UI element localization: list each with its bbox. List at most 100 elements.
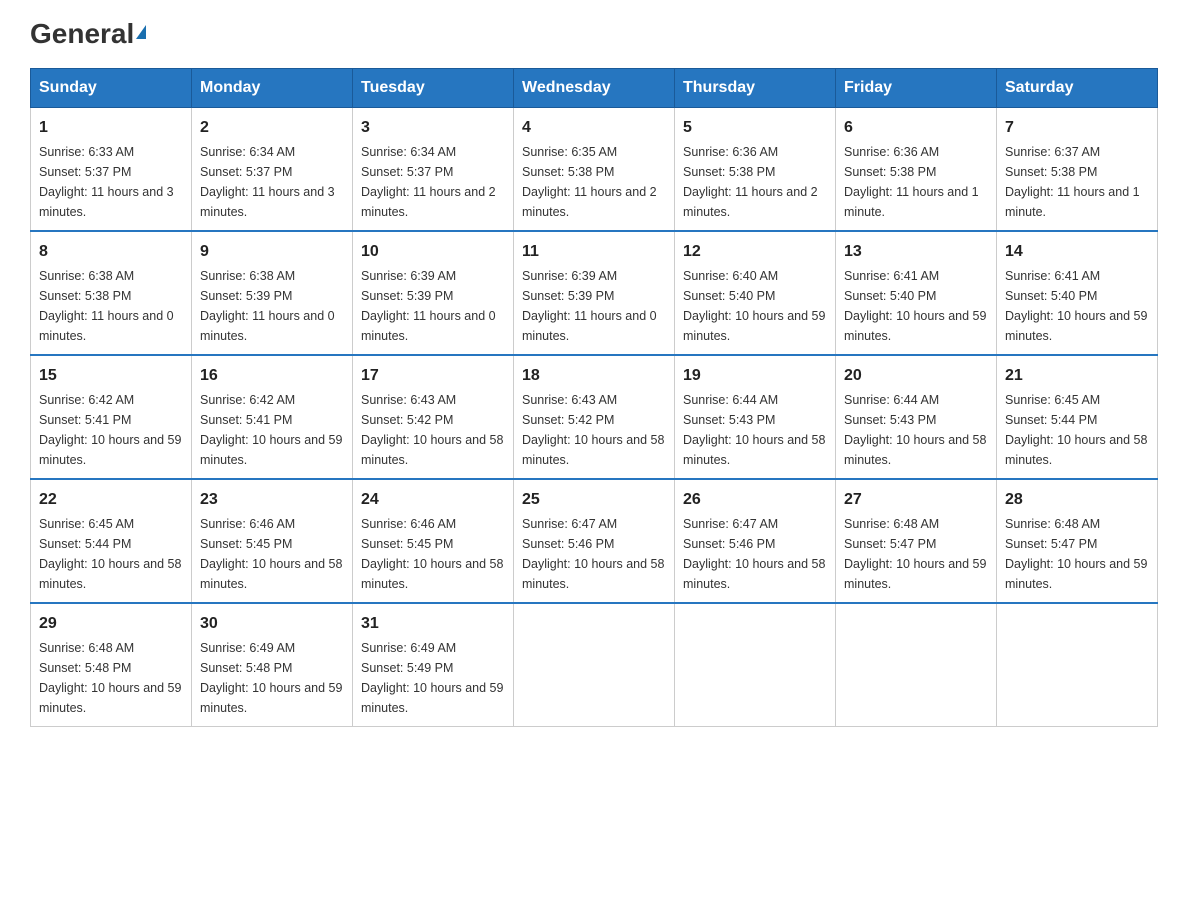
calendar-day-cell: 15Sunrise: 6:42 AMSunset: 5:41 PMDayligh…	[31, 355, 192, 479]
day-number: 27	[844, 488, 988, 512]
calendar-day-cell: 1Sunrise: 6:33 AMSunset: 5:37 PMDaylight…	[31, 108, 192, 232]
day-number: 13	[844, 240, 988, 264]
day-info: Sunrise: 6:48 AMSunset: 5:47 PMDaylight:…	[844, 514, 988, 594]
day-info: Sunrise: 6:34 AMSunset: 5:37 PMDaylight:…	[200, 142, 344, 222]
day-info: Sunrise: 6:47 AMSunset: 5:46 PMDaylight:…	[683, 514, 827, 594]
day-number: 1	[39, 116, 183, 140]
day-number: 16	[200, 364, 344, 388]
day-number: 24	[361, 488, 505, 512]
day-info: Sunrise: 6:33 AMSunset: 5:37 PMDaylight:…	[39, 142, 183, 222]
day-number: 30	[200, 612, 344, 636]
day-number: 4	[522, 116, 666, 140]
day-number: 22	[39, 488, 183, 512]
calendar-day-cell	[997, 603, 1158, 727]
calendar-day-cell: 7Sunrise: 6:37 AMSunset: 5:38 PMDaylight…	[997, 108, 1158, 232]
day-number: 10	[361, 240, 505, 264]
day-info: Sunrise: 6:49 AMSunset: 5:49 PMDaylight:…	[361, 638, 505, 718]
day-number: 26	[683, 488, 827, 512]
day-info: Sunrise: 6:45 AMSunset: 5:44 PMDaylight:…	[39, 514, 183, 594]
calendar-day-cell: 8Sunrise: 6:38 AMSunset: 5:38 PMDaylight…	[31, 231, 192, 355]
day-number: 12	[683, 240, 827, 264]
calendar-day-cell: 5Sunrise: 6:36 AMSunset: 5:38 PMDaylight…	[675, 108, 836, 232]
day-number: 3	[361, 116, 505, 140]
logo: General	[30, 20, 146, 48]
day-info: Sunrise: 6:48 AMSunset: 5:47 PMDaylight:…	[1005, 514, 1149, 594]
weekday-header-saturday: Saturday	[997, 69, 1158, 108]
page-header: General	[30, 20, 1158, 48]
day-number: 20	[844, 364, 988, 388]
calendar-day-cell: 19Sunrise: 6:44 AMSunset: 5:43 PMDayligh…	[675, 355, 836, 479]
weekday-header-monday: Monday	[192, 69, 353, 108]
day-info: Sunrise: 6:40 AMSunset: 5:40 PMDaylight:…	[683, 266, 827, 346]
calendar-day-cell: 29Sunrise: 6:48 AMSunset: 5:48 PMDayligh…	[31, 603, 192, 727]
calendar-day-cell: 30Sunrise: 6:49 AMSunset: 5:48 PMDayligh…	[192, 603, 353, 727]
calendar-day-cell: 22Sunrise: 6:45 AMSunset: 5:44 PMDayligh…	[31, 479, 192, 603]
day-info: Sunrise: 6:37 AMSunset: 5:38 PMDaylight:…	[1005, 142, 1149, 222]
calendar-day-cell: 31Sunrise: 6:49 AMSunset: 5:49 PMDayligh…	[353, 603, 514, 727]
calendar-day-cell: 28Sunrise: 6:48 AMSunset: 5:47 PMDayligh…	[997, 479, 1158, 603]
calendar-day-cell: 11Sunrise: 6:39 AMSunset: 5:39 PMDayligh…	[514, 231, 675, 355]
calendar-day-cell: 10Sunrise: 6:39 AMSunset: 5:39 PMDayligh…	[353, 231, 514, 355]
day-number: 21	[1005, 364, 1149, 388]
day-number: 5	[683, 116, 827, 140]
calendar-week-row: 1Sunrise: 6:33 AMSunset: 5:37 PMDaylight…	[31, 108, 1158, 232]
calendar-day-cell: 9Sunrise: 6:38 AMSunset: 5:39 PMDaylight…	[192, 231, 353, 355]
day-info: Sunrise: 6:34 AMSunset: 5:37 PMDaylight:…	[361, 142, 505, 222]
day-number: 31	[361, 612, 505, 636]
logo-triangle-icon	[136, 25, 146, 39]
calendar-day-cell: 3Sunrise: 6:34 AMSunset: 5:37 PMDaylight…	[353, 108, 514, 232]
calendar-week-row: 15Sunrise: 6:42 AMSunset: 5:41 PMDayligh…	[31, 355, 1158, 479]
day-number: 8	[39, 240, 183, 264]
logo-name: General	[30, 20, 146, 48]
calendar-day-cell: 12Sunrise: 6:40 AMSunset: 5:40 PMDayligh…	[675, 231, 836, 355]
day-number: 25	[522, 488, 666, 512]
calendar-day-cell: 14Sunrise: 6:41 AMSunset: 5:40 PMDayligh…	[997, 231, 1158, 355]
day-info: Sunrise: 6:43 AMSunset: 5:42 PMDaylight:…	[361, 390, 505, 470]
day-number: 18	[522, 364, 666, 388]
calendar-day-cell: 25Sunrise: 6:47 AMSunset: 5:46 PMDayligh…	[514, 479, 675, 603]
day-number: 2	[200, 116, 344, 140]
day-info: Sunrise: 6:42 AMSunset: 5:41 PMDaylight:…	[39, 390, 183, 470]
calendar-day-cell: 21Sunrise: 6:45 AMSunset: 5:44 PMDayligh…	[997, 355, 1158, 479]
day-info: Sunrise: 6:43 AMSunset: 5:42 PMDaylight:…	[522, 390, 666, 470]
day-info: Sunrise: 6:49 AMSunset: 5:48 PMDaylight:…	[200, 638, 344, 718]
day-number: 7	[1005, 116, 1149, 140]
day-number: 9	[200, 240, 344, 264]
day-info: Sunrise: 6:46 AMSunset: 5:45 PMDaylight:…	[200, 514, 344, 594]
weekday-header-row: SundayMondayTuesdayWednesdayThursdayFrid…	[31, 69, 1158, 108]
day-number: 11	[522, 240, 666, 264]
calendar-day-cell: 2Sunrise: 6:34 AMSunset: 5:37 PMDaylight…	[192, 108, 353, 232]
weekday-header-wednesday: Wednesday	[514, 69, 675, 108]
calendar-day-cell: 20Sunrise: 6:44 AMSunset: 5:43 PMDayligh…	[836, 355, 997, 479]
calendar-day-cell: 13Sunrise: 6:41 AMSunset: 5:40 PMDayligh…	[836, 231, 997, 355]
weekday-header-friday: Friday	[836, 69, 997, 108]
day-info: Sunrise: 6:35 AMSunset: 5:38 PMDaylight:…	[522, 142, 666, 222]
day-info: Sunrise: 6:41 AMSunset: 5:40 PMDaylight:…	[844, 266, 988, 346]
calendar-day-cell: 4Sunrise: 6:35 AMSunset: 5:38 PMDaylight…	[514, 108, 675, 232]
day-number: 28	[1005, 488, 1149, 512]
day-info: Sunrise: 6:44 AMSunset: 5:43 PMDaylight:…	[683, 390, 827, 470]
day-info: Sunrise: 6:36 AMSunset: 5:38 PMDaylight:…	[683, 142, 827, 222]
weekday-header-thursday: Thursday	[675, 69, 836, 108]
day-number: 17	[361, 364, 505, 388]
weekday-header-tuesday: Tuesday	[353, 69, 514, 108]
day-number: 14	[1005, 240, 1149, 264]
calendar-day-cell: 24Sunrise: 6:46 AMSunset: 5:45 PMDayligh…	[353, 479, 514, 603]
calendar-week-row: 29Sunrise: 6:48 AMSunset: 5:48 PMDayligh…	[31, 603, 1158, 727]
calendar-day-cell: 26Sunrise: 6:47 AMSunset: 5:46 PMDayligh…	[675, 479, 836, 603]
day-info: Sunrise: 6:48 AMSunset: 5:48 PMDaylight:…	[39, 638, 183, 718]
calendar-day-cell	[836, 603, 997, 727]
day-info: Sunrise: 6:46 AMSunset: 5:45 PMDaylight:…	[361, 514, 505, 594]
calendar-day-cell: 27Sunrise: 6:48 AMSunset: 5:47 PMDayligh…	[836, 479, 997, 603]
calendar-day-cell: 18Sunrise: 6:43 AMSunset: 5:42 PMDayligh…	[514, 355, 675, 479]
day-number: 19	[683, 364, 827, 388]
day-info: Sunrise: 6:38 AMSunset: 5:38 PMDaylight:…	[39, 266, 183, 346]
calendar-table: SundayMondayTuesdayWednesdayThursdayFrid…	[30, 68, 1158, 727]
day-info: Sunrise: 6:41 AMSunset: 5:40 PMDaylight:…	[1005, 266, 1149, 346]
day-info: Sunrise: 6:42 AMSunset: 5:41 PMDaylight:…	[200, 390, 344, 470]
day-number: 6	[844, 116, 988, 140]
calendar-day-cell: 23Sunrise: 6:46 AMSunset: 5:45 PMDayligh…	[192, 479, 353, 603]
day-number: 29	[39, 612, 183, 636]
calendar-week-row: 22Sunrise: 6:45 AMSunset: 5:44 PMDayligh…	[31, 479, 1158, 603]
calendar-week-row: 8Sunrise: 6:38 AMSunset: 5:38 PMDaylight…	[31, 231, 1158, 355]
